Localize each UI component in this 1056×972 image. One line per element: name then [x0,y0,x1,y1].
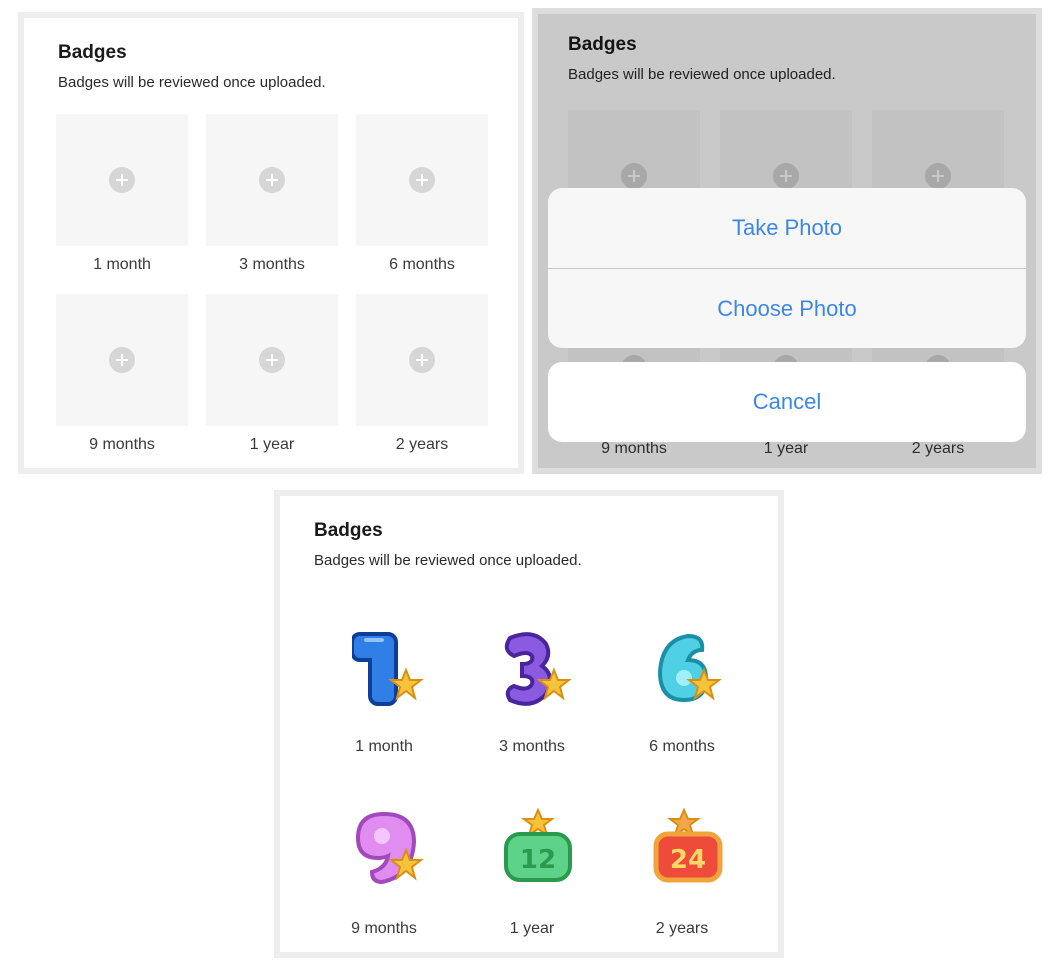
plus-circle-icon [259,347,285,373]
plus-circle-icon [409,347,435,373]
plus-circle-icon [259,167,285,193]
badge-6-months[interactable] [616,618,748,718]
badges-panel-uploaded: Badges Badges will be reviewed once uplo… [274,490,784,958]
badge-upload-tile-1-year[interactable] [206,294,338,426]
badge-label: 1 month [355,738,413,755]
badge-label: 1 year [249,436,295,453]
badge-upload-tile-9-months[interactable] [56,294,188,426]
badge-9-pink-icon [355,811,424,885]
section-subtitle: Badges will be reviewed once uploaded. [58,74,326,91]
plus-circle-icon [409,167,435,193]
badge-upload-tile-1-month[interactable] [56,114,188,246]
badge-1-year[interactable]: 12 [466,798,598,898]
badge-label: 1 year [509,920,555,937]
badge-label: 1 month [93,256,151,273]
badge-24-red-icon: 24 [653,808,723,883]
section-title: Badges [58,42,127,63]
badges-panel-empty: Badges Badges will be reviewed once uplo… [18,12,524,474]
badge-label: 3 months [499,738,565,755]
section-subtitle: Badges will be reviewed once uploaded. [314,552,582,569]
badge-9-months[interactable] [318,798,450,898]
badge-label: 2 years [655,920,709,937]
badge-1-blue-icon [352,632,424,706]
badge-2-years[interactable]: 24 [616,798,748,898]
plus-circle-icon [109,347,135,373]
badge-upload-tile-2-years[interactable] [356,294,488,426]
cancel-button[interactable]: Cancel [548,362,1026,442]
badge-label: 6 months [649,738,715,755]
badge-label: 6 months [389,256,455,273]
section-title: Badges [314,520,383,541]
take-photo-button[interactable]: Take Photo [548,188,1026,268]
action-sheet-cancel: Cancel [548,362,1026,442]
plus-circle-icon [109,167,135,193]
svg-text:24: 24 [670,845,706,875]
action-sheet-options: Take Photo Choose Photo [548,188,1026,348]
badges-panel-action-sheet: Badges Badges will be reviewed once uplo… [532,8,1042,474]
badge-12-green-icon: 12 [504,808,572,882]
badge-upload-tile-3-months[interactable] [206,114,338,246]
badge-label: 9 months [89,436,155,453]
badge-label: 3 months [239,256,305,273]
badge-upload-tile-6-months[interactable] [356,114,488,246]
svg-text:12: 12 [520,845,556,875]
badge-label: 9 months [351,920,417,937]
choose-photo-button[interactable]: Choose Photo [548,269,1026,348]
badge-3-months[interactable] [466,618,598,718]
badge-label: 2 years [395,436,449,453]
badge-1-month[interactable] [318,618,450,718]
badge-6-cyan-icon [657,633,722,703]
badge-3-purple-icon [504,632,572,706]
